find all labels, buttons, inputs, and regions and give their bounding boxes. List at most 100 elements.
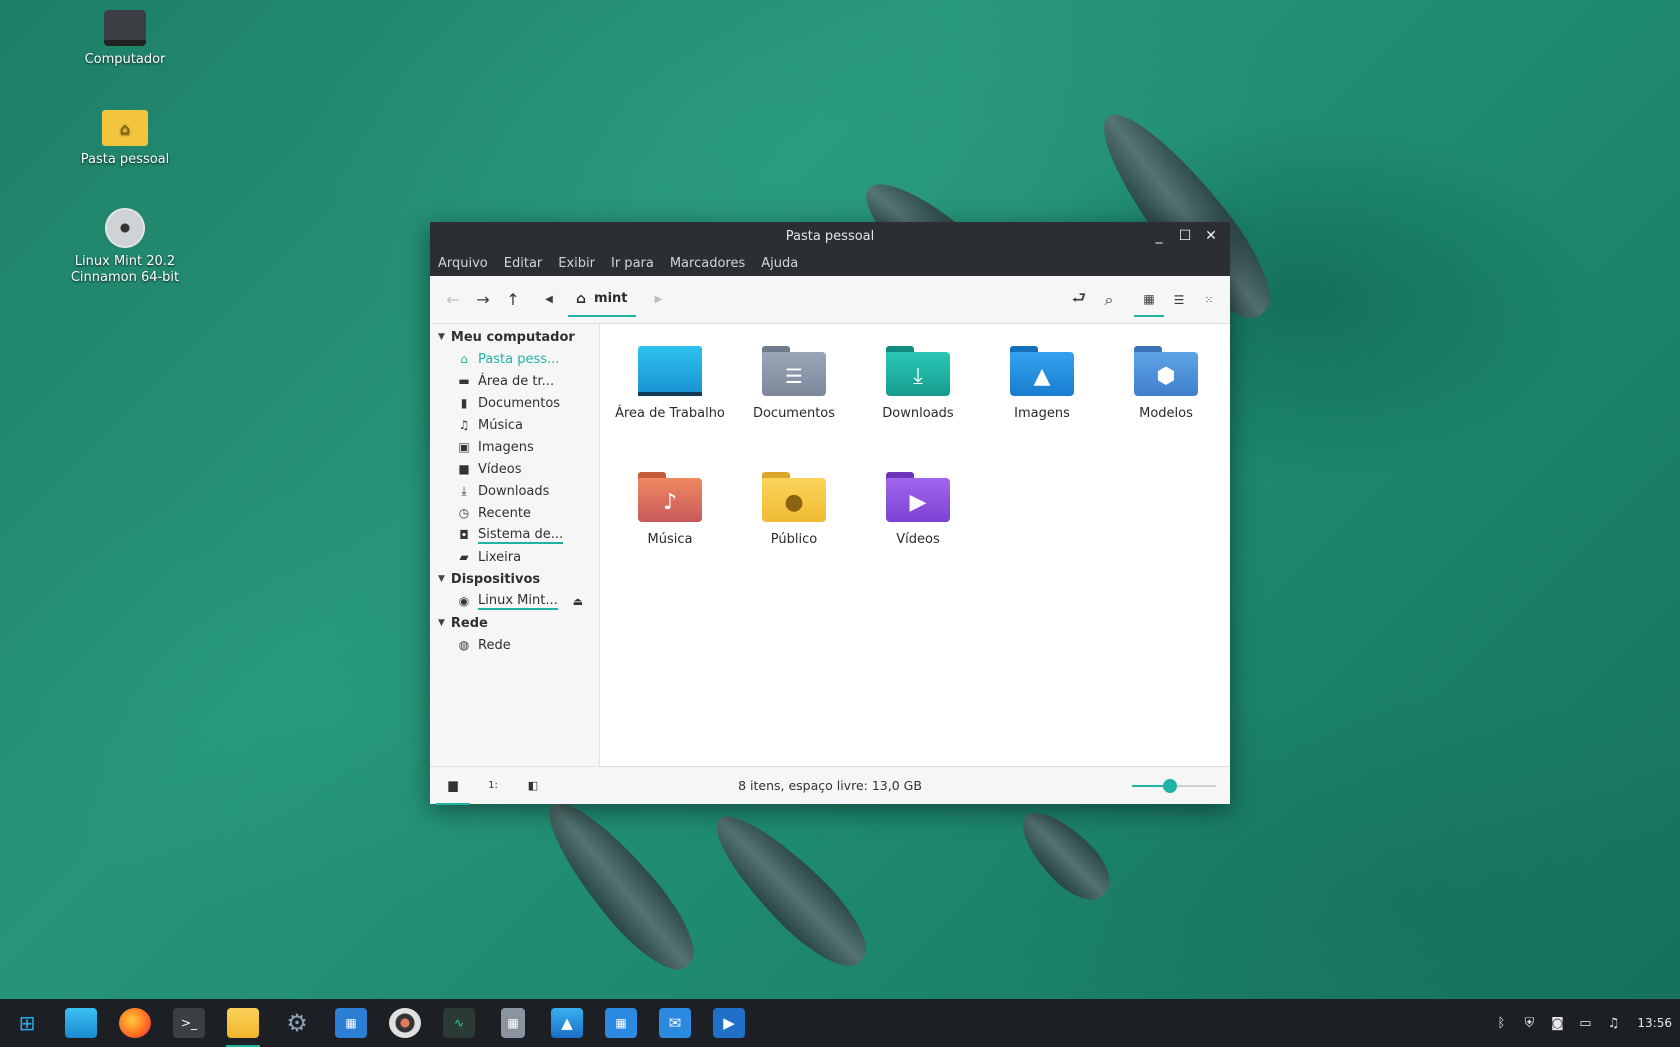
- sidebar-item-imagens[interactable]: ▣ Imagens: [430, 436, 599, 458]
- show-places-button[interactable]: ▆: [436, 767, 470, 805]
- user-icon[interactable]: ◙: [1543, 1016, 1571, 1031]
- file-label: Imagens: [1014, 406, 1070, 421]
- desktop-icon: ▬: [458, 374, 470, 388]
- sidebar-item-documentos[interactable]: ▮ Documentos: [430, 392, 599, 414]
- status-text: 8 itens, espaço livre: 13,0 GB: [738, 778, 922, 793]
- breadcrumb-label: mint: [594, 291, 628, 306]
- shield-icon[interactable]: ⛨: [1515, 1016, 1543, 1031]
- eject-icon[interactable]: ⏏: [573, 595, 583, 608]
- back-button[interactable]: ←: [438, 285, 468, 315]
- sidebar-item-label: Sistema de...: [478, 526, 564, 544]
- video-player-icon: ▶: [713, 1008, 745, 1038]
- sidebar-item-linux-mint[interactable]: ◉ Linux Mint... ⏏: [430, 590, 599, 612]
- menu-marcadores[interactable]: Marcadores: [670, 256, 753, 271]
- taskbar-mail[interactable]: ✉: [648, 999, 702, 1047]
- toggle-location-button[interactable]: ⮐: [1064, 285, 1094, 315]
- desktop-icon-home[interactable]: ⌂ Pasta pessoal: [60, 110, 190, 168]
- taskbar-terminal[interactable]: >_: [162, 999, 216, 1047]
- sidebar-section-dispositivos[interactable]: ▼ Dispositivos: [430, 568, 599, 590]
- taskbar-image-viewer[interactable]: ▲: [540, 999, 594, 1047]
- search-button[interactable]: ⌕: [1094, 285, 1124, 315]
- sidebar-section-rede[interactable]: ▼ Rede: [430, 612, 599, 634]
- file-item-publico[interactable]: ● Público: [732, 470, 856, 596]
- taskbar-video-player[interactable]: ▶: [702, 999, 756, 1047]
- menubar: Arquivo Editar Exibir Ir para Marcadores…: [430, 250, 1230, 276]
- taskbar-settings[interactable]: ⚙: [270, 999, 324, 1047]
- sidebar-item-musica[interactable]: ♫ Música: [430, 414, 599, 436]
- menu-arquivo[interactable]: Arquivo: [438, 256, 496, 271]
- file-item-area-de-trabalho[interactable]: Área de Trabalho: [608, 344, 732, 470]
- file-item-downloads[interactable]: ⤓ Downloads: [856, 344, 980, 470]
- file-item-modelos[interactable]: ⬢ Modelos: [1104, 344, 1228, 470]
- taskbar: ⊞ >_ ⚙ ▦ ∿ ▦ ▲ ▦ ✉ ▶ ᛒ ⛨ ◙ ▭ ♫ 13:56: [0, 999, 1680, 1047]
- volume-icon[interactable]: ♫: [1599, 1016, 1627, 1031]
- file-label: Música: [647, 532, 693, 547]
- show-tree-button[interactable]: 1:: [476, 767, 510, 805]
- breadcrumb-next-button[interactable]: ▶: [644, 285, 674, 315]
- templates-folder-icon: ⬢: [1134, 346, 1198, 396]
- menu-exibir[interactable]: Exibir: [558, 256, 603, 271]
- taskbar-show-desktop[interactable]: [54, 999, 108, 1047]
- clock[interactable]: 13:56: [1637, 1016, 1672, 1030]
- desktop-icon-computer[interactable]: Computador: [60, 10, 190, 68]
- list-view-button[interactable]: ☰: [1164, 285, 1194, 315]
- sidebar-item-downloads[interactable]: ⤓ Downloads: [430, 480, 599, 502]
- calendar-icon: ▦: [605, 1008, 637, 1038]
- files-icon: [227, 1008, 259, 1038]
- zoom-slider[interactable]: [1132, 779, 1216, 793]
- taskbar-rhythmbox[interactable]: [378, 999, 432, 1047]
- sidebar-item-videos[interactable]: ■ Vídeos: [430, 458, 599, 480]
- file-label: Modelos: [1139, 406, 1193, 421]
- sidebar-section-meu-computador[interactable]: ▼ Meu computador: [430, 326, 599, 348]
- minimize-button[interactable]: _: [1146, 223, 1172, 249]
- taskbar-firefox[interactable]: [108, 999, 162, 1047]
- file-item-imagens[interactable]: ▲ Imagens: [980, 344, 1104, 470]
- taskbar-calendar[interactable]: ▦: [594, 999, 648, 1047]
- desktop-icon-label-line2: Cinnamon 64-bit: [70, 270, 180, 285]
- image-icon: ▣: [458, 440, 470, 454]
- sidebar-item-recente[interactable]: ◷ Recente: [430, 502, 599, 524]
- bluetooth-icon[interactable]: ᛒ: [1487, 1016, 1515, 1031]
- home-folder-icon: ⌂: [102, 110, 148, 146]
- arrow-up-icon: ↑: [506, 290, 520, 309]
- sidebar-item-sistema-de-arquivos[interactable]: ◘ Sistema de...: [430, 524, 599, 546]
- download-icon: ⤓: [461, 483, 467, 498]
- up-button[interactable]: ↑: [498, 285, 528, 315]
- file-label: Vídeos: [896, 532, 940, 547]
- menu-ajuda[interactable]: Ajuda: [761, 256, 806, 271]
- dolphin-decoration: [698, 798, 882, 982]
- icon-view-button[interactable]: ▦: [1134, 283, 1164, 317]
- forward-button[interactable]: →: [468, 285, 498, 315]
- titlebar[interactable]: Pasta pessoal _ ☐ ✕: [430, 222, 1230, 250]
- maximize-button[interactable]: ☐: [1172, 223, 1198, 249]
- sidebar-item-lixeira[interactable]: ▰ Lixeira: [430, 546, 599, 568]
- image-viewer-icon: ▲: [551, 1008, 583, 1038]
- taskbar-files[interactable]: [216, 999, 270, 1047]
- menu-icon: ⊞: [18, 1011, 36, 1035]
- file-item-documentos[interactable]: ☰ Documentos: [732, 344, 856, 470]
- taskbar-calculator[interactable]: ▦: [486, 999, 540, 1047]
- sidebar-item-pasta-pessoal[interactable]: ⌂ Pasta pess...: [430, 348, 599, 370]
- search-icon: ⌕: [1104, 290, 1114, 309]
- file-item-videos[interactable]: ▶ Vídeos: [856, 470, 980, 596]
- zoom-slider-handle[interactable]: [1162, 779, 1177, 793]
- close-button[interactable]: ✕: [1198, 223, 1224, 249]
- menu-ir-para[interactable]: Ir para: [611, 256, 662, 271]
- compact-view-button[interactable]: ⁙: [1194, 285, 1224, 315]
- taskbar-software-store[interactable]: ▦: [324, 999, 378, 1047]
- sidebar-item-area-de-trabalho[interactable]: ▬ Área de tr...: [430, 370, 599, 392]
- taskbar-menu-button[interactable]: ⊞: [0, 999, 54, 1047]
- taskbar-system-monitor[interactable]: ∿: [432, 999, 486, 1047]
- sidebar-item-rede[interactable]: ◍ Rede: [430, 634, 599, 656]
- dolphin-decoration: [1008, 798, 1122, 912]
- breadcrumb-home[interactable]: ⌂ mint: [568, 283, 636, 317]
- arrow-right-icon: →: [476, 290, 490, 309]
- desktop-icon-disc[interactable]: Linux Mint 20.2 Cinnamon 64-bit: [60, 208, 190, 286]
- desktop-icon-label: Computador: [84, 52, 166, 67]
- display-icon[interactable]: ▭: [1571, 1016, 1599, 1031]
- menu-editar[interactable]: Editar: [504, 256, 551, 271]
- sidebar-toggle-icon: ◧: [527, 779, 539, 792]
- breadcrumb-prev-button[interactable]: ◀: [534, 285, 564, 315]
- hide-sidebar-button[interactable]: ◧: [516, 767, 550, 805]
- file-item-musica[interactable]: ♪ Música: [608, 470, 732, 596]
